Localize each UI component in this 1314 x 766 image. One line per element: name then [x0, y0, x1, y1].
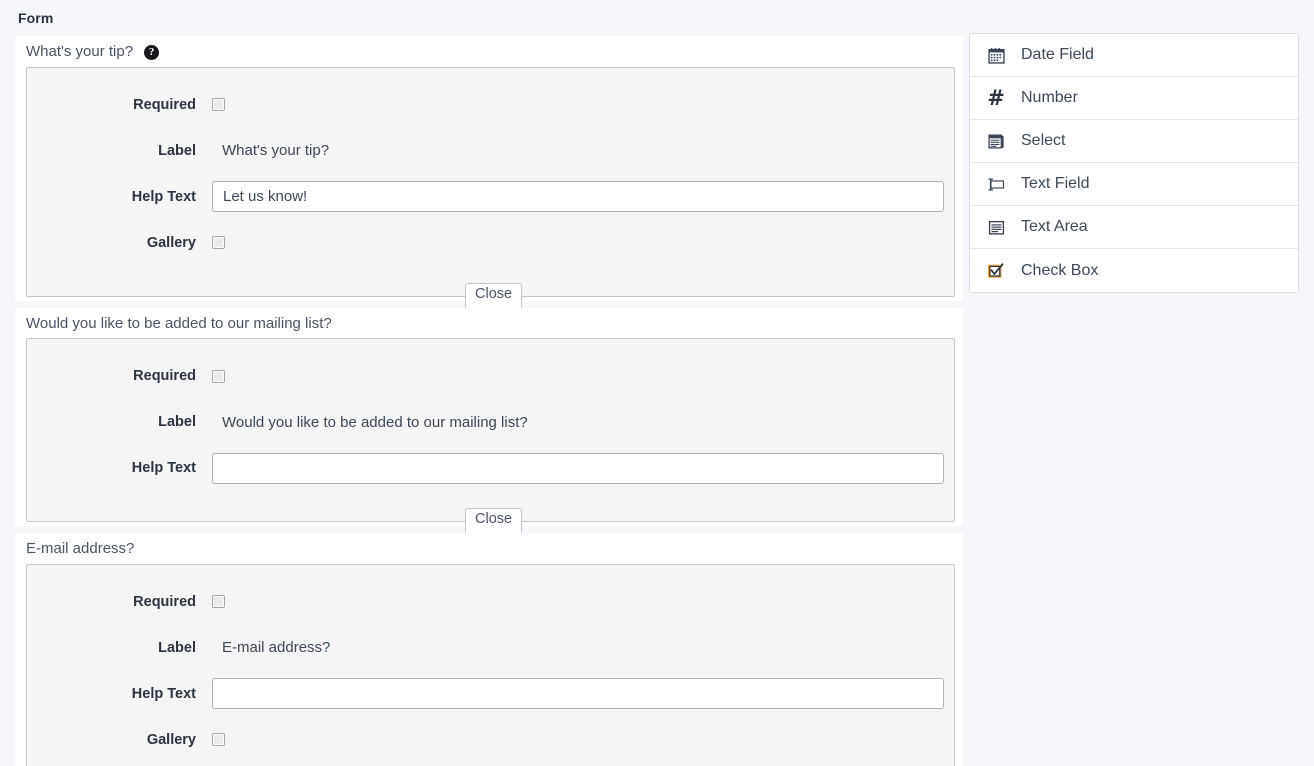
form-builder-screen: Form What's your tip? ? Required Label W…: [0, 0, 1314, 766]
setting-label-label: Label: [158, 142, 196, 159]
setting-control-help-text: [212, 452, 944, 484]
palette-item-label: Text Field: [1021, 175, 1090, 192]
palette-item-select[interactable]: Select: [970, 120, 1298, 163]
setting-row-required: Required: [27, 579, 954, 625]
field-type-palette: Date Field # Number Select Text Field Te…: [969, 33, 1299, 293]
setting-label-help-text: Help Text: [131, 685, 196, 702]
palette-item-label: Select: [1021, 132, 1066, 149]
setting-control-gallery: [212, 733, 940, 746]
palette-item-check-box[interactable]: Check Box: [970, 249, 1298, 292]
hash-icon: #: [987, 85, 1005, 110]
close-button[interactable]: Close: [465, 282, 523, 308]
setting-row-help-text: Help Text: [27, 671, 954, 717]
palette-item-label: Date Field: [1021, 46, 1094, 63]
palette-item-label: Number: [1021, 89, 1078, 106]
setting-control-required: [212, 369, 940, 383]
setting-control-help-text: [212, 181, 944, 212]
setting-label-help-text: Help Text: [131, 460, 196, 476]
setting-row-gallery: Gallery: [27, 220, 954, 266]
field-settings-panel: Required Label E-mail address? Help Text: [26, 563, 955, 766]
setting-row-help-text: Help Text: [27, 445, 954, 491]
gallery-checkbox[interactable]: [212, 733, 225, 746]
setting-label-required: Required: [133, 368, 196, 384]
help-circle-icon[interactable]: ?: [144, 44, 160, 60]
field-header: Would you like to be added to our mailin…: [15, 308, 963, 339]
setting-label-required: Required: [133, 96, 196, 113]
text-area-icon: [986, 217, 1006, 237]
palette-item-number[interactable]: # Number: [970, 77, 1298, 120]
required-checkbox[interactable]: [212, 595, 225, 608]
check-box-icon: [986, 261, 1006, 281]
setting-value-label: E-mail address?: [222, 639, 331, 656]
field-header-label: E-mail address?: [26, 540, 135, 557]
close-button[interactable]: Close: [465, 508, 523, 533]
setting-value-label: What's your tip?: [222, 142, 330, 159]
panel-footer: Close: [27, 274, 954, 308]
calendar-icon: [986, 45, 1006, 65]
setting-row-label: Label Would you like to be added to our …: [27, 399, 954, 445]
setting-row-required: Required: [27, 82, 954, 128]
field-header-label: What's your tip?: [26, 43, 134, 60]
form-fields-column: What's your tip? ? Required Label What's…: [15, 36, 963, 766]
setting-label-label: Label: [158, 639, 196, 656]
setting-control-gallery: [212, 236, 940, 249]
text-field-icon: [986, 174, 1006, 194]
setting-label-gallery: Gallery: [146, 234, 196, 251]
setting-label-gallery: Gallery: [146, 731, 196, 748]
help-text-input[interactable]: [212, 181, 944, 212]
required-checkbox[interactable]: [212, 98, 225, 111]
setting-row-label: Label What's your tip?: [27, 128, 954, 174]
required-checkbox[interactable]: [212, 369, 225, 383]
panel-footer: Close: [27, 499, 954, 533]
help-text-input[interactable]: [212, 678, 944, 709]
form-field-block: E-mail address? Required Label E-mail ad…: [15, 533, 963, 766]
setting-control-required: [212, 98, 940, 111]
form-field-block: What's your tip? ? Required Label What's…: [15, 36, 963, 308]
setting-label-help-text: Help Text: [131, 188, 196, 205]
palette-item-text-field[interactable]: Text Field: [970, 163, 1298, 206]
field-header: What's your tip? ?: [15, 36, 963, 67]
setting-row-gallery: Gallery: [27, 717, 954, 763]
setting-value-label: Would you like to be added to our mailin…: [222, 413, 528, 431]
setting-control-required: [212, 595, 940, 608]
setting-label-label: Label: [158, 414, 196, 430]
help-text-input[interactable]: [212, 452, 944, 484]
palette-item-label: Text Area: [1021, 218, 1088, 235]
form-field-block: Would you like to be added to our mailin…: [15, 307, 963, 533]
field-settings-panel: Required Label What's your tip? Help Tex…: [26, 66, 955, 308]
palette-item-text-area[interactable]: Text Area: [970, 206, 1298, 249]
palette-item-date-field[interactable]: Date Field: [970, 34, 1298, 77]
setting-label-required: Required: [133, 593, 196, 610]
gallery-checkbox[interactable]: [212, 236, 225, 249]
setting-row-help-text: Help Text: [27, 174, 954, 220]
setting-row-label: Label E-mail address?: [27, 625, 954, 671]
select-list-icon: [986, 131, 1006, 151]
field-settings-panel: Required Label Would you like to be adde…: [26, 338, 955, 533]
palette-item-label: Check Box: [1021, 261, 1099, 279]
field-header-label: Would you like to be added to our mailin…: [26, 314, 332, 332]
setting-control-help-text: [212, 678, 944, 709]
page-title: Form: [18, 10, 54, 26]
field-header: E-mail address?: [15, 533, 963, 564]
setting-row-required: Required: [27, 353, 954, 399]
